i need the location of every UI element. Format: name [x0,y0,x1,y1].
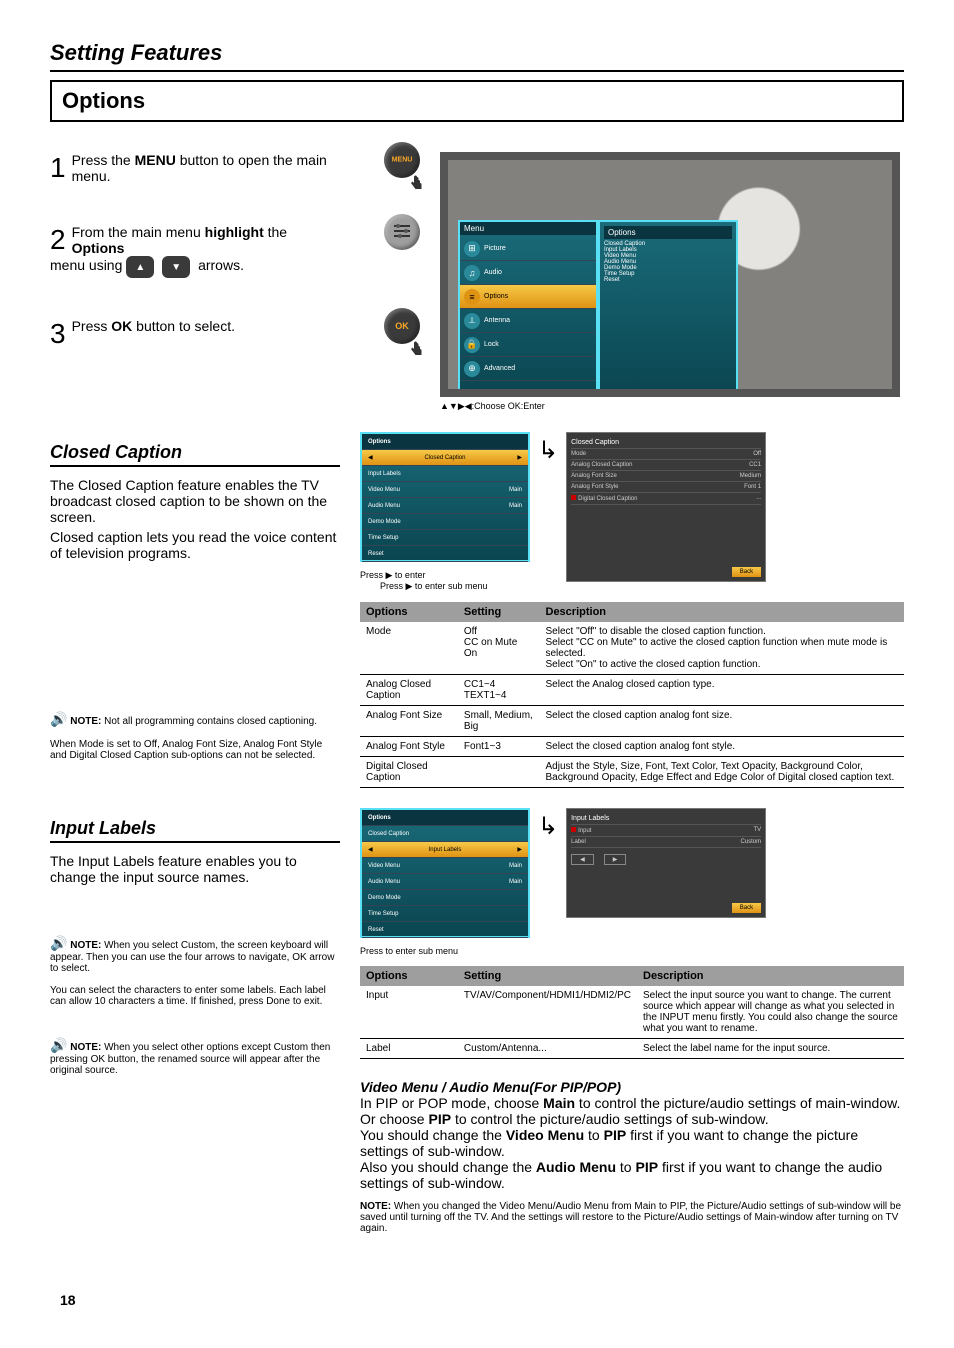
il-note-2: 🔊 NOTE: When you select other options ex… [50,1037,340,1076]
back-button[interactable]: Back [732,903,761,913]
curve-arrow-icon: ↳ [538,436,558,465]
table-row: Digital Closed Caption Adjust the Style,… [360,757,904,788]
lock-icon: 🔒 [464,337,480,353]
table-row: Analog Closed Caption CC1~4 TEXT1~4 Sele… [360,675,904,706]
speaker-icon: 🔊 [50,1037,67,1054]
table-row: Input TV/AV/Component/HDMI1/HDMI2/PC Sel… [360,986,904,1039]
sliders-icon [392,222,412,242]
options-icon: ≡ [464,289,480,305]
va-note: NOTE: When you changed the Video Menu/Au… [360,1201,904,1234]
step-2-text: From the main menu highlight the Options… [50,224,287,273]
arrow-down-button: ▼ [162,256,190,278]
va-desc-3: You should change the Video Menu to PIP … [360,1127,904,1159]
il-options-table: Options Setting Description Input TV/AV/… [360,966,904,1059]
step-1-text: Press the MENU button to open the main m… [72,152,327,184]
cc-options-table: Options Setting Description Mode Off CC … [360,602,904,788]
hand-icon [408,340,426,358]
step-3-text: Press OK button to select. [72,318,235,334]
audio-icon: ♫ [464,265,480,281]
ok-button-graphic: OK [384,308,420,344]
table-row: Analog Font Size Small, Medium, Big Sele… [360,706,904,737]
video-audio-title: Video Menu / Audio Menu(For PIP/POP) [360,1079,904,1095]
antenna-icon: ⟂ [464,313,480,329]
hand-icon [408,174,426,192]
cc-options-panel[interactable]: Options ◀Closed Caption▶ Input Labels Vi… [360,432,530,562]
il-arrow-text: Press to enter sub menu [360,946,530,956]
advanced-icon: ⊕ [464,361,480,377]
curve-arrow-icon: ↳ [538,812,558,841]
speaker-icon: 🔊 [50,935,67,952]
il-desc: The Input Labels feature enables you to … [50,853,340,885]
cc-detail-panel[interactable]: Closed Caption ModeOff Analog Closed Cap… [566,432,766,582]
options-heading: Options [50,80,904,122]
cc-desc-2: Closed caption lets you read the voice c… [50,529,340,561]
table-row: Label Custom/Antenna... Select the label… [360,1039,904,1059]
osd-legend: ▲▼▶◀:Choose OK:Enter [440,401,904,412]
step-1-num: 1 [50,152,66,184]
options-menu-item[interactable]: ≡Options [460,285,596,309]
input-labels-title: Input Labels [50,818,340,843]
step-2-num: 2 [50,224,66,256]
il-note: 🔊 NOTE: When you select Custom, the scre… [50,935,340,1007]
arrow-up-button: ▲ [126,256,154,278]
tv-screen: Menu ⊞Picture ♫Audio ≡Options ⟂Antenna 🔒… [440,152,900,397]
va-desc-1: In PIP or POP mode, choose Main to contr… [360,1095,904,1111]
options-icon-button [384,214,420,250]
osd-sub-menu[interactable]: Options Closed Caption Input Labels Vide… [598,220,738,397]
il-options-panel[interactable]: Options Closed Caption ◀Input Labels▶ Vi… [360,808,530,938]
va-desc-4: Also you should change the Audio Menu to… [360,1159,904,1191]
il-menu-item[interactable]: ◀Input Labels▶ [362,842,528,858]
closed-caption-title: Closed Caption [50,442,340,467]
cc-menu-item[interactable]: ◀Closed Caption▶ [362,450,528,466]
menu-button-graphic: MENU [384,142,420,178]
table-row: Analog Font Style Font1~3 Select the clo… [360,737,904,757]
il-detail-panel[interactable]: Input Labels InputTV LabelCustom ◀ ▶ Bac… [566,808,766,918]
section-title: Setting Features [50,40,904,72]
step-3-num: 3 [50,318,66,350]
page-number: 18 [60,1292,76,1308]
speaker-icon: 🔊 [50,711,67,728]
va-desc-2: Or choose PIP to control the picture/aud… [360,1111,904,1127]
cc-desc-1: The Closed Caption feature enables the T… [50,477,340,525]
picture-icon: ⊞ [464,241,480,257]
table-row: Mode Off CC on Mute On Select "Off" to d… [360,622,904,675]
cc-arrow-text: Press ▶ to enter Press ▶ to enter sub me… [360,570,530,592]
back-button[interactable]: Back [732,567,761,577]
cc-note: 🔊 NOTE: Not all programming contains clo… [50,711,340,761]
osd-main-menu[interactable]: Menu ⊞Picture ♫Audio ≡Options ⟂Antenna 🔒… [458,220,598,397]
